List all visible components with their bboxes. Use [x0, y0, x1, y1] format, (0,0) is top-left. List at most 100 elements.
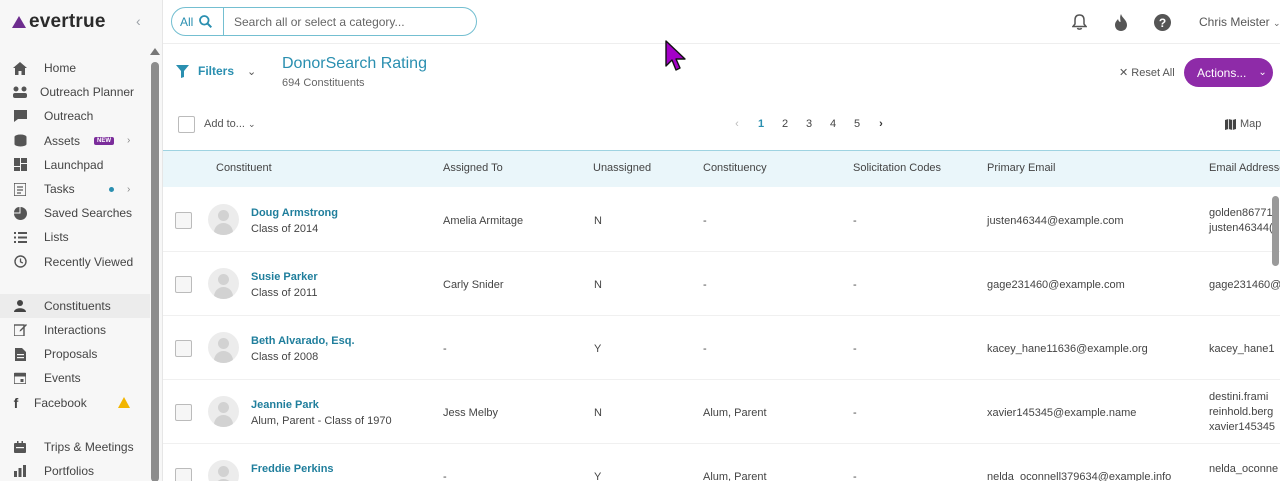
- table-row[interactable]: Beth Alvarado, Esq. Class of 2008 - Y - …: [163, 316, 1280, 380]
- table-scrollbar[interactable]: [1271, 190, 1280, 481]
- row-checkbox[interactable]: [175, 276, 192, 293]
- sidebar-item-label: Tasks: [44, 182, 75, 197]
- sidebar-item-tasks[interactable]: Tasks ›: [0, 177, 150, 201]
- mouse-cursor-icon: [665, 40, 686, 71]
- column-header-email-addresses[interactable]: Email Addresses: [1209, 162, 1280, 174]
- assets-icon: [12, 133, 28, 149]
- sidebar-item-portfolios[interactable]: Portfolios: [0, 459, 150, 481]
- sidebar-item-facebook[interactable]: f Facebook: [0, 390, 150, 414]
- notifications-bell-icon[interactable]: [1070, 13, 1088, 31]
- email-address: destini.frami: [1209, 391, 1269, 403]
- table-row[interactable]: Susie Parker Class of 2011 Carly Snider …: [163, 252, 1280, 316]
- prev-page-icon[interactable]: ‹: [725, 118, 749, 130]
- unassigned-cell: N: [594, 407, 602, 419]
- search-icon: [199, 15, 213, 28]
- next-page-icon[interactable]: ›: [869, 118, 893, 130]
- assigned-to-cell: -: [443, 471, 447, 481]
- flame-icon[interactable]: [1112, 13, 1130, 31]
- page-2[interactable]: 2: [773, 118, 797, 130]
- email-address: justen46344(: [1209, 222, 1273, 234]
- constituent-name-link[interactable]: Jeannie Park: [251, 399, 319, 411]
- table-row[interactable]: Freddie Perkins - Y Alum, Parent - nelda…: [163, 444, 1280, 481]
- constituent-subtitle: Class of 2011: [251, 287, 318, 299]
- row-checkbox[interactable]: [175, 212, 192, 229]
- map-button[interactable]: Map: [1225, 118, 1261, 130]
- sidebar-scrollbar[interactable]: [150, 48, 160, 481]
- email-addresses-cell: golden86771 justen46344(: [1209, 206, 1273, 236]
- table-scrollbar-thumb[interactable]: [1272, 196, 1279, 266]
- sidebar-item-launchpad[interactable]: Launchpad: [0, 153, 150, 177]
- filters-toggle[interactable]: Filters ⌄: [176, 64, 256, 78]
- evertrue-logo[interactable]: evertrue: [12, 11, 106, 33]
- sidebar-item-proposals[interactable]: Proposals: [0, 342, 150, 366]
- filter-funnel-icon: [176, 64, 189, 78]
- constituent-subtitle: Class of 2008: [251, 351, 319, 363]
- search-input[interactable]: [224, 14, 464, 29]
- sidebar-item-outreach-planner[interactable]: Outreach Planner ›: [0, 80, 150, 104]
- planner-icon: [12, 84, 28, 100]
- list-icon: [12, 229, 28, 245]
- column-header-unassigned[interactable]: Unassigned: [593, 162, 651, 174]
- email-address: nelda_oconne: [1209, 463, 1279, 475]
- constituent-subtitle: Alum, Parent - Class of 1970: [251, 415, 392, 427]
- constituent-name-link[interactable]: Doug Armstrong: [251, 207, 338, 219]
- row-checkbox[interactable]: [175, 404, 192, 421]
- new-badge: NEW: [94, 136, 114, 145]
- unassigned-cell: Y: [594, 471, 602, 481]
- email-addresses-cell: kacey_hane1: [1209, 342, 1274, 357]
- sidebar-item-outreach[interactable]: Outreach: [0, 104, 150, 128]
- sidebar-scrollbar-thumb[interactable]: [151, 62, 159, 481]
- select-all-checkbox[interactable]: [178, 116, 195, 133]
- table-row[interactable]: Doug Armstrong Class of 2014 Amelia Armi…: [163, 188, 1280, 252]
- avatar: [208, 460, 239, 481]
- row-checkbox[interactable]: [175, 468, 192, 481]
- add-to-dropdown[interactable]: Add to... ⌄: [204, 118, 256, 130]
- avatar: [208, 204, 239, 235]
- page-3[interactable]: 3: [797, 118, 821, 130]
- chevron-right-icon: ›: [127, 86, 131, 98]
- column-header-assigned-to[interactable]: Assigned To: [443, 162, 503, 174]
- solicitation-codes-cell: -: [853, 343, 857, 355]
- solicitation-codes-cell: -: [853, 215, 857, 227]
- constituency-cell: -: [703, 279, 707, 291]
- unassigned-cell: N: [594, 279, 602, 291]
- constituent-name-link[interactable]: Beth Alvarado, Esq.: [251, 335, 355, 347]
- user-name: Chris Meister: [1199, 15, 1270, 29]
- constituency-cell: Alum, Parent: [703, 471, 767, 481]
- constituent-name-link[interactable]: Susie Parker: [251, 271, 318, 283]
- sidebar-item-saved-searches[interactable]: Saved Searches: [0, 201, 150, 225]
- sidebar-item-constituents[interactable]: Constituents: [0, 293, 150, 318]
- column-header-primary-email[interactable]: Primary Email: [987, 162, 1055, 174]
- collapse-sidebar-icon[interactable]: ‹: [136, 14, 148, 28]
- sidebar-item-home[interactable]: Home: [0, 56, 150, 80]
- sidebar-item-trips-meetings[interactable]: Trips & Meetings: [0, 435, 150, 459]
- column-header-constituency[interactable]: Constituency: [703, 162, 767, 174]
- sidebar-item-interactions[interactable]: Interactions: [0, 318, 150, 342]
- search-scope-selector[interactable]: All: [172, 8, 224, 35]
- constituent-name-link[interactable]: Freddie Perkins: [251, 463, 334, 475]
- page-1[interactable]: 1: [749, 118, 773, 130]
- user-menu[interactable]: Chris Meister ⌄: [1199, 15, 1280, 29]
- sidebar-item-lists[interactable]: Lists: [0, 225, 150, 249]
- logo-mark-icon: [12, 16, 26, 28]
- primary-email-cell: justen46344@example.com: [987, 215, 1124, 227]
- trips-icon: [12, 439, 28, 455]
- column-header-solicitation-codes[interactable]: Solicitation Codes: [853, 162, 941, 174]
- unassigned-cell: N: [594, 215, 602, 227]
- sidebar-item-assets[interactable]: Assets NEW ›: [0, 129, 150, 153]
- sidebar-item-events[interactable]: Events: [0, 366, 150, 390]
- map-icon: [1225, 118, 1236, 130]
- scroll-up-arrow-icon[interactable]: [150, 48, 160, 55]
- column-header-constituent[interactable]: Constituent: [216, 162, 272, 174]
- help-icon[interactable]: ?: [1153, 13, 1171, 31]
- actions-button[interactable]: Actions... ⌄: [1184, 58, 1273, 87]
- table-row[interactable]: Jeannie Park Alum, Parent - Class of 197…: [163, 380, 1280, 444]
- avatar: [208, 396, 239, 427]
- sidebar-item-recently-viewed[interactable]: Recently Viewed: [0, 250, 150, 274]
- row-checkbox[interactable]: [175, 340, 192, 357]
- pagination: ‹ 1 2 3 4 5 ›: [725, 116, 893, 132]
- page-5[interactable]: 5: [845, 118, 869, 130]
- reset-all-button[interactable]: ✕ Reset All: [1119, 66, 1175, 79]
- constituent-subtitle: Class of 2014: [251, 223, 319, 235]
- page-4[interactable]: 4: [821, 118, 845, 130]
